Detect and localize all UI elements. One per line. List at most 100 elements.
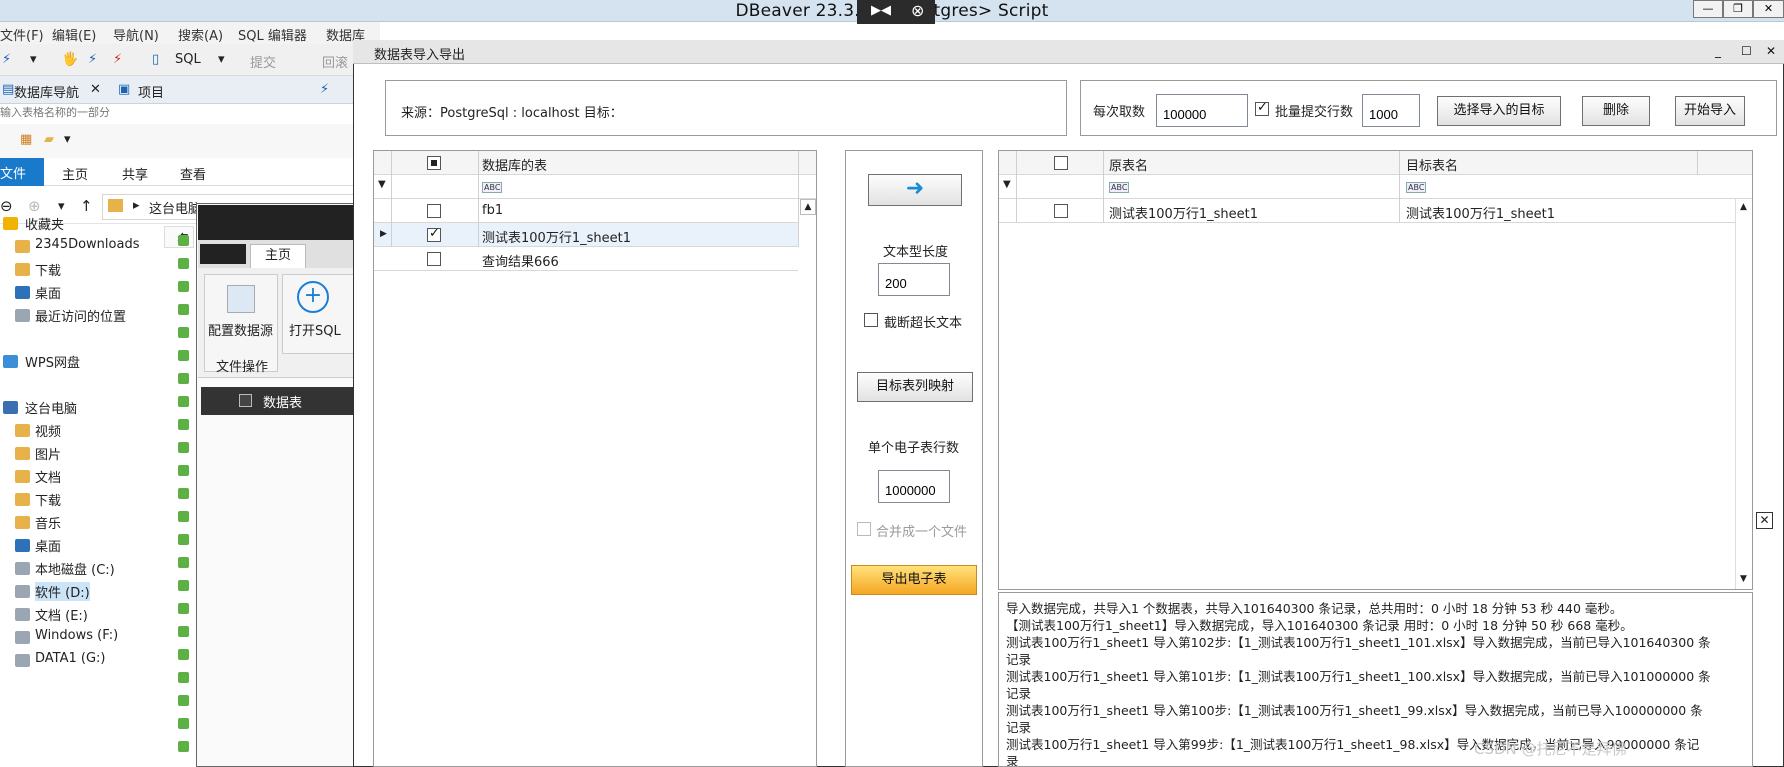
tab-db-navigator[interactable]: 数据库导航	[14, 82, 79, 101]
sidebar-item[interactable]: 音乐	[35, 513, 61, 532]
sidebar-item[interactable]: 文档 (E:)	[35, 605, 88, 624]
row-checkbox[interactable]	[427, 252, 441, 266]
truncate-text-checkbox[interactable]	[864, 313, 878, 327]
disconnect-icon[interactable]: ⚡	[113, 52, 122, 67]
sidebar-item[interactable]: 本地磁盘 (C:)	[35, 559, 115, 578]
sidebar-item[interactable]: 图片	[35, 444, 61, 463]
reconnect-icon[interactable]: ⚡	[88, 52, 97, 67]
chevron-down-icon[interactable]: ▾	[218, 52, 225, 67]
connect-icon[interactable]: ⚡	[2, 52, 11, 67]
dialog-maximize-button[interactable]: ☐	[1741, 44, 1752, 58]
minimize-button[interactable]: —	[1693, 0, 1723, 18]
menu-file[interactable]: 文件(F)	[0, 25, 44, 44]
connect-icon[interactable]: ⚡	[320, 82, 329, 97]
filter-input[interactable]: 输入表格名称的一部分	[0, 104, 370, 118]
menu-search[interactable]: 搜索(A)	[178, 25, 223, 44]
filter-icon[interactable]: ▼	[1003, 179, 1011, 190]
table-row[interactable]: ▶ 测试表100万行1_sheet1	[374, 223, 798, 247]
text-filter-icon[interactable]: ABC	[1109, 182, 1130, 193]
close-circle-icon[interactable]: ⊗	[911, 1, 924, 20]
menu-sql-editor[interactable]: SQL 编辑器	[238, 25, 307, 44]
inner-tab-home[interactable]: 主页	[250, 244, 306, 268]
sidebar-item[interactable]: 这台电脑	[25, 398, 77, 417]
text-length-input[interactable]	[878, 263, 950, 296]
sql-button[interactable]: SQL	[175, 52, 201, 67]
picture-folder-icon	[15, 447, 30, 460]
chevron-down-icon[interactable]: ▾	[58, 199, 65, 214]
vertical-scrollbar[interactable]: ▲ ▼	[1735, 199, 1751, 589]
dialog-close-button[interactable]: ✕	[1766, 44, 1776, 58]
text-filter-icon[interactable]: ABC	[482, 182, 503, 193]
mapping-row[interactable]: 测试表100万行1_sheet1 测试表100万行1_sheet1	[999, 199, 1735, 223]
sidebar-item[interactable]: 软件 (D:)	[35, 582, 90, 601]
dialog-minimize-button[interactable]: _	[1715, 44, 1721, 58]
tab-project[interactable]: 项目	[138, 82, 164, 101]
scroll-down-button[interactable]: ▼	[1736, 571, 1751, 587]
commit-button[interactable]: 提交	[250, 52, 276, 71]
maximize-button[interactable]: ❐	[1723, 0, 1753, 18]
sidebar-item[interactable]: 视频	[35, 421, 61, 440]
column-header-tables[interactable]: 数据库的表	[482, 155, 547, 174]
inner-tab-dark[interactable]	[200, 244, 246, 264]
rollback-button[interactable]: 回滚	[322, 52, 348, 71]
chevron-down-icon[interactable]: ▾	[64, 132, 71, 147]
folder-icon[interactable]: ▰	[44, 132, 54, 147]
import-log[interactable]: 导入数据完成，共导入1 个数据表，共导入101640300 条记录，总共用时：0…	[998, 592, 1753, 767]
table-row[interactable]: fb1	[374, 199, 798, 223]
forward-icon[interactable]: ⊕	[28, 197, 41, 215]
start-import-button[interactable]: 开始导入	[1675, 96, 1745, 126]
tab-home[interactable]: 主页	[62, 164, 88, 183]
column-header-source[interactable]: 原表名	[1109, 155, 1148, 174]
merge-file-checkbox[interactable]	[857, 522, 871, 536]
sidebar-item[interactable]: DATA1 (G:)	[35, 651, 106, 666]
column-header-target[interactable]: 目标表名	[1406, 155, 1458, 174]
choose-target-button[interactable]: 选择导入的目标	[1437, 96, 1561, 126]
select-all-checkbox[interactable]	[427, 156, 441, 170]
menu-navigate[interactable]: 导航(N)	[113, 25, 159, 44]
row-checkbox[interactable]	[427, 226, 441, 242]
chevron-down-icon[interactable]: ▾	[30, 52, 37, 67]
close-icon[interactable]: ✕	[90, 82, 101, 97]
sidebar-item[interactable]: 桌面	[35, 536, 61, 555]
recent-icon	[15, 309, 30, 322]
sidebar-item[interactable]: 收藏夹	[25, 214, 64, 233]
transfer-arrow-button[interactable]: ➜	[868, 174, 962, 206]
select-all-checkbox[interactable]	[239, 394, 252, 407]
plug-icon[interactable]: 🖐	[62, 52, 78, 67]
share-icon[interactable]: ▶◀	[871, 3, 891, 18]
rows-per-sheet-input[interactable]	[878, 470, 950, 503]
select-all-checkbox[interactable]	[1054, 156, 1068, 170]
sidebar-item[interactable]: 最近访问的位置	[35, 306, 126, 325]
sidebar-item[interactable]: 下载	[35, 490, 61, 509]
export-spreadsheet-button[interactable]: 导出电子表	[851, 565, 977, 595]
back-icon[interactable]: ⊖	[0, 197, 13, 215]
properties-icon[interactable]: ▦	[20, 132, 32, 147]
tab-view[interactable]: 查看	[180, 164, 206, 183]
tab-file[interactable]: 文件	[0, 158, 44, 186]
close-icon[interactable]: ✕	[1756, 512, 1773, 529]
text-filter-icon[interactable]: ABC	[1406, 182, 1427, 193]
sidebar-item[interactable]: Windows (F:)	[35, 628, 118, 643]
up-arrow-icon[interactable]: ↑	[80, 197, 93, 215]
filter-icon[interactable]: ▼	[378, 179, 386, 190]
fetch-size-input[interactable]	[1156, 94, 1248, 127]
sidebar-item[interactable]: 2345Downloads	[35, 237, 139, 252]
column-mapping-button[interactable]: 目标表列映射	[857, 372, 973, 402]
scroll-up-button[interactable]: ▲	[800, 199, 816, 215]
row-checkbox[interactable]	[427, 204, 441, 218]
sidebar-item[interactable]: 文档	[35, 467, 61, 486]
scroll-up-button[interactable]: ▲	[1736, 199, 1751, 215]
drive-icon	[15, 654, 30, 667]
table-row[interactable]: 查询结果666	[374, 247, 798, 271]
sidebar-item[interactable]: 桌面	[35, 283, 61, 302]
row-checkbox[interactable]	[1054, 204, 1068, 218]
batch-commit-input[interactable]	[1362, 94, 1420, 127]
tab-share[interactable]: 共享	[122, 164, 148, 183]
menu-edit[interactable]: 编辑(E)	[52, 25, 96, 44]
sidebar-item[interactable]: WPS网盘	[25, 352, 80, 371]
sidebar-item[interactable]: 下载	[35, 260, 61, 279]
batch-commit-checkbox[interactable]	[1255, 100, 1269, 116]
delete-button[interactable]: 删除	[1582, 96, 1650, 126]
close-button[interactable]: ✕	[1753, 0, 1784, 18]
sql-editor-icon[interactable]: ▯	[152, 52, 159, 67]
